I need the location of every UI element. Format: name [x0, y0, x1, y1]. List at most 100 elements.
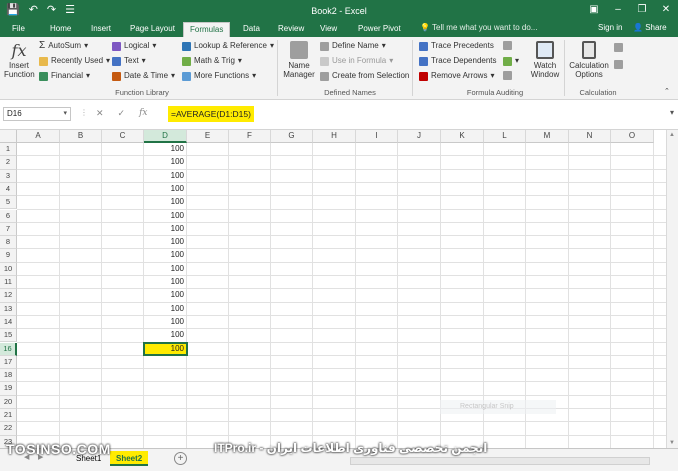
column-header-a[interactable]: A	[17, 130, 60, 143]
vertical-scrollbar[interactable]: ▲ ▼	[666, 130, 678, 448]
column-header-i[interactable]: I	[356, 130, 398, 143]
tab-view[interactable]: View	[314, 22, 343, 37]
row-header-21[interactable]: 21	[0, 409, 17, 423]
row-header-19[interactable]: 19	[0, 382, 17, 396]
cell-d14[interactable]: 100	[144, 316, 187, 328]
cell-d2[interactable]: 100	[144, 156, 187, 168]
row-header-6[interactable]: 6	[0, 209, 17, 223]
tab-formulas[interactable]: Formulas	[183, 22, 231, 37]
ribbon-display-options-icon[interactable]: ▣	[582, 0, 606, 22]
insert-function-button[interactable]: fx Insert Function	[4, 41, 35, 79]
add-sheet-button[interactable]: +	[174, 452, 187, 465]
column-header-l[interactable]: L	[484, 130, 526, 143]
lookup-reference-button[interactable]: Lookup & Reference ▾	[182, 41, 274, 51]
restore-button[interactable]: ❐	[630, 0, 654, 22]
column-header-j[interactable]: J	[398, 130, 441, 143]
row-header-7[interactable]: 7	[0, 222, 17, 237]
column-header-n[interactable]: N	[569, 130, 611, 143]
cell-d7[interactable]: 100	[144, 223, 187, 235]
cell-d10[interactable]: 100	[144, 263, 187, 275]
tab-file[interactable]: File	[6, 22, 31, 37]
column-header-m[interactable]: M	[526, 130, 569, 143]
collapse-ribbon-icon[interactable]: ⌃	[664, 87, 670, 97]
error-checking-button[interactable]: ▾	[503, 56, 519, 66]
cell-d4[interactable]: 100	[144, 183, 187, 195]
row-header-8[interactable]: 8	[0, 236, 17, 250]
row-header-15[interactable]: 15	[0, 329, 17, 343]
row-header-16[interactable]: 16	[0, 342, 17, 356]
cell-d15[interactable]: 100	[144, 329, 187, 341]
tab-page-layout[interactable]: Page Layout	[124, 22, 181, 37]
trace-precedents-button[interactable]: Trace Precedents	[419, 41, 494, 51]
column-header-k[interactable]: K	[441, 130, 484, 143]
row-header-11[interactable]: 11	[0, 276, 17, 290]
minimize-button[interactable]: –	[606, 0, 630, 22]
insert-function-icon[interactable]: fx	[139, 108, 147, 119]
row-header-5[interactable]: 5	[0, 196, 17, 210]
cancel-icon[interactable]: ✕	[96, 108, 104, 119]
column-header-e[interactable]: E	[187, 130, 229, 143]
text-button[interactable]: Text ▾	[112, 56, 146, 66]
formula-input[interactable]: =AVERAGE(D1:D15)	[168, 106, 254, 122]
worksheet-grid[interactable]: A B C D E F G H I J K L M N O 1 2 3 4 5 6 7 8 9 10 11 12 13 14 15 16 17…	[0, 130, 666, 448]
name-manager-button[interactable]: Name Manager	[282, 41, 316, 79]
sign-in-link[interactable]: Sign in	[598, 23, 622, 32]
show-formulas-button[interactable]	[503, 41, 512, 50]
row-header-10[interactable]: 10	[0, 262, 17, 276]
more-functions-button[interactable]: More Functions ▾	[182, 71, 256, 81]
column-header-f[interactable]: F	[229, 130, 271, 143]
column-header-h[interactable]: H	[313, 130, 356, 143]
cell-d8[interactable]: 100	[144, 236, 187, 248]
tab-home[interactable]: Home	[44, 22, 77, 37]
row-header-3[interactable]: 3	[0, 169, 17, 183]
logical-button[interactable]: Logical ▾	[112, 41, 156, 51]
trace-dependents-button[interactable]: Trace Dependents	[419, 56, 497, 66]
cell-d5[interactable]: 100	[144, 196, 187, 208]
calculation-options-button[interactable]: Calculation Options	[567, 41, 611, 79]
column-header-d[interactable]: D	[144, 130, 187, 143]
expand-formula-bar-icon[interactable]: ▾	[670, 108, 674, 117]
select-all-button[interactable]	[0, 130, 17, 143]
calculate-sheet-button[interactable]	[614, 60, 623, 69]
horizontal-scrollbar[interactable]	[350, 457, 650, 465]
name-box[interactable]: D16 ▾	[3, 107, 71, 121]
row-header-20[interactable]: 20	[0, 395, 17, 409]
math-trig-button[interactable]: Math & Trig ▾	[182, 56, 242, 66]
column-header-g[interactable]: G	[271, 130, 313, 143]
recently-used-button[interactable]: Recently Used ▾	[39, 56, 110, 66]
create-from-selection-button[interactable]: Create from Selection	[320, 71, 409, 81]
column-header-c[interactable]: C	[102, 130, 144, 143]
cell-d11[interactable]: 100	[144, 276, 187, 288]
row-header-12[interactable]: 12	[0, 289, 17, 303]
remove-arrows-button[interactable]: Remove Arrows ▾	[419, 71, 494, 81]
cell-d12[interactable]: 100	[144, 289, 187, 301]
tell-me-search[interactable]: 💡 Tell me what you want to do...	[420, 23, 537, 32]
column-header-o[interactable]: O	[611, 130, 654, 143]
cell-d6[interactable]: 100	[144, 210, 187, 222]
row-header-13[interactable]: 13	[0, 302, 17, 316]
enter-icon[interactable]: ✓	[118, 108, 126, 119]
tab-insert[interactable]: Insert	[85, 22, 117, 37]
share-button[interactable]: 👤 Share	[633, 23, 667, 32]
cell-d9[interactable]: 100	[144, 249, 187, 261]
active-cell-d16[interactable]: 100	[143, 341, 188, 356]
watch-window-button[interactable]: Watch Window	[528, 41, 562, 79]
row-header-1[interactable]: 1	[0, 143, 17, 157]
column-header-b[interactable]: B	[60, 130, 102, 143]
sheet-tab-sheet2[interactable]: Sheet2	[110, 451, 149, 466]
tab-power-pivot[interactable]: Power Pivot	[352, 22, 407, 37]
row-header-2[interactable]: 2	[0, 156, 17, 170]
scroll-up-icon[interactable]: ▲	[669, 132, 675, 138]
scroll-down-icon[interactable]: ▼	[669, 440, 675, 446]
close-button[interactable]: ✕	[654, 0, 678, 22]
define-name-button[interactable]: Define Name ▾	[320, 41, 386, 51]
financial-button[interactable]: Financial ▾	[39, 71, 90, 81]
row-header-18[interactable]: 18	[0, 369, 17, 383]
row-header-9[interactable]: 9	[0, 249, 17, 263]
autosum-button[interactable]: Σ AutoSum ▾	[39, 41, 88, 51]
tab-review[interactable]: Review	[272, 22, 310, 37]
cell-d1[interactable]: 100	[144, 143, 187, 155]
tab-data[interactable]: Data	[237, 22, 266, 37]
cell-d3[interactable]: 100	[144, 170, 187, 182]
evaluate-formula-button[interactable]	[503, 71, 512, 80]
